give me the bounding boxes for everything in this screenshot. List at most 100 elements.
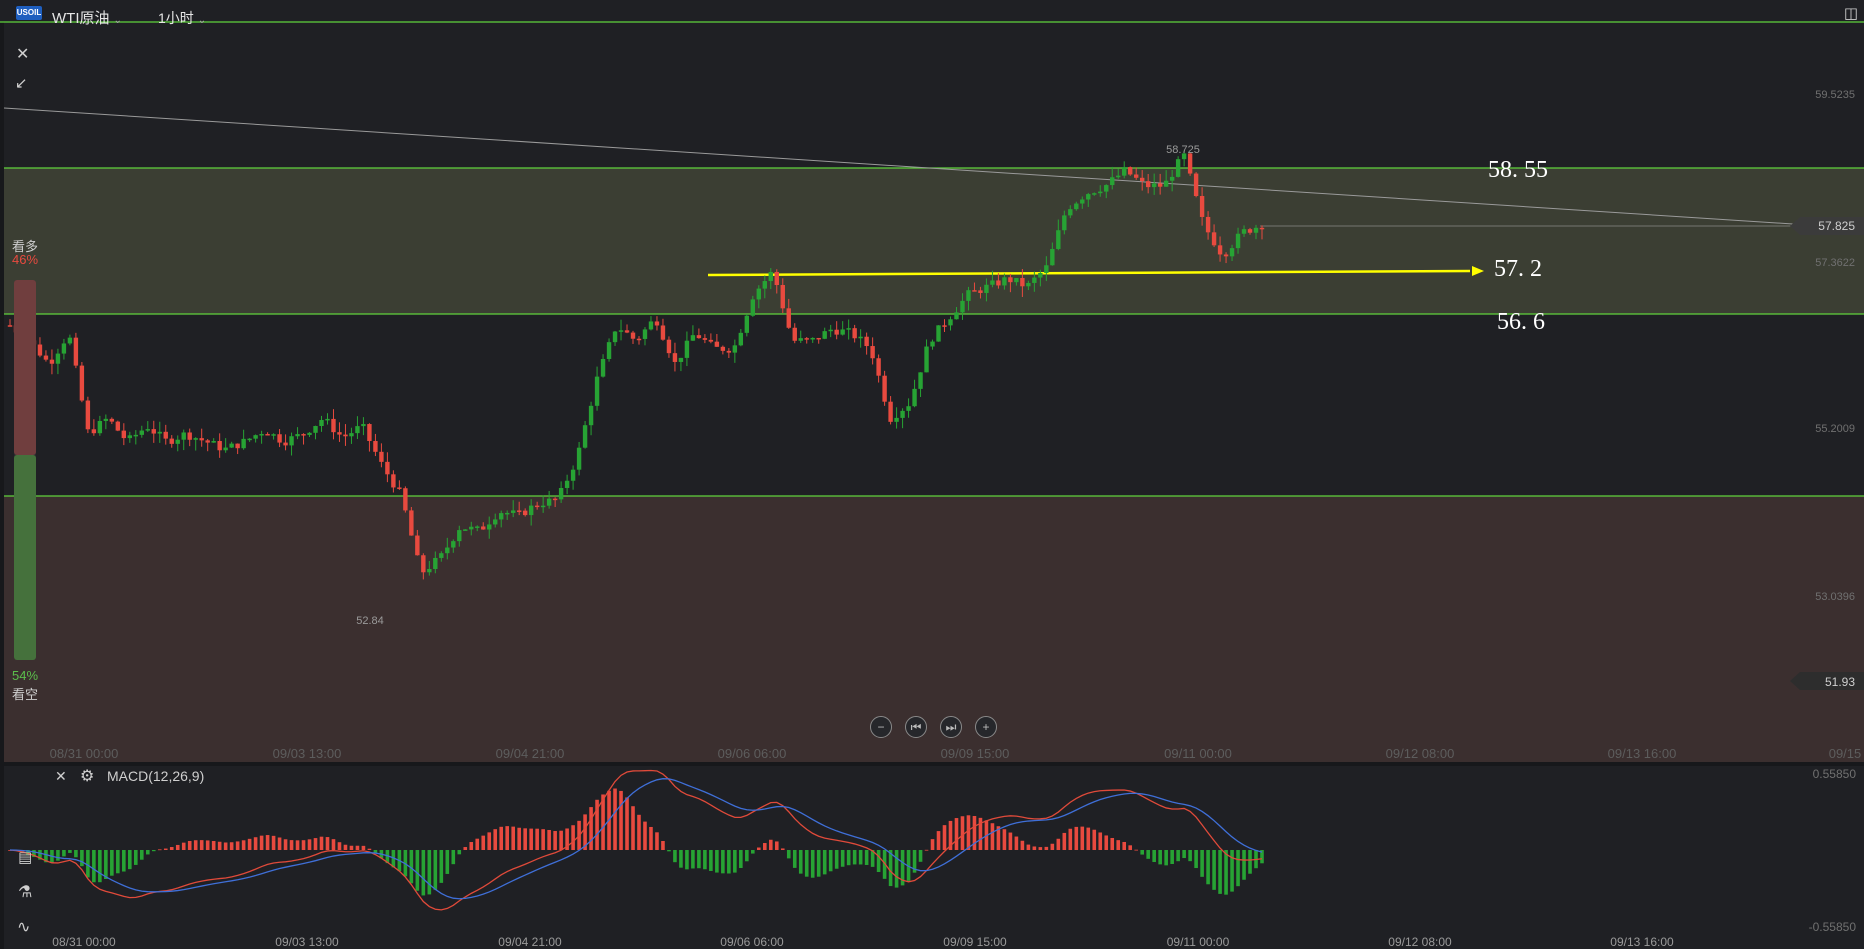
macd-bar [786, 850, 791, 859]
candle-body [864, 336, 869, 347]
candle-body [55, 353, 61, 364]
x-tick-1: 09/03 13:00 [273, 746, 342, 761]
candle-body [1223, 254, 1229, 257]
candle-body [1008, 277, 1013, 283]
macd-bar [98, 850, 102, 883]
timeframe-selector[interactable]: 1小时 ⌄ [158, 8, 206, 28]
candle-body [936, 325, 941, 342]
macd-bar [122, 850, 126, 872]
macd-bar [1086, 827, 1091, 850]
candle-body [966, 290, 971, 301]
candle-body [127, 435, 133, 439]
candle-body [618, 330, 624, 332]
level-label-566: 56. 6 [1497, 309, 1545, 335]
candle-body [648, 321, 654, 330]
candle-body [487, 524, 492, 530]
candle-body [1253, 227, 1259, 233]
candle-body [37, 344, 43, 356]
candle-body [528, 505, 534, 516]
candle-body [1157, 183, 1163, 187]
wave-icon[interactable]: ∿ [17, 917, 30, 937]
macd-bar [475, 838, 480, 850]
candle-body [954, 312, 959, 320]
macd-bar [733, 850, 737, 873]
chart-canvas[interactable]: 59.5235 57.3622 55.2009 53.0396 57.825 5… [0, 0, 1864, 949]
y-tick-3: 53.0396 [1815, 591, 1855, 603]
layout-toggle-icon[interactable]: ◫ [1844, 4, 1858, 22]
macd-bar [541, 829, 545, 850]
low-price-tag: 51.93 [1825, 675, 1855, 689]
candle-body [924, 346, 929, 373]
candle-body [804, 338, 809, 340]
level-label-5855: 58. 55 [1488, 157, 1548, 183]
candle-body [379, 451, 384, 462]
macd-bar [301, 840, 306, 850]
macd-close-icon[interactable]: ✕ [55, 768, 67, 785]
macd-bar [1200, 850, 1204, 877]
last-price-tag: 57.825 [1818, 219, 1855, 233]
gear-icon[interactable]: ⚙ [80, 766, 94, 786]
x-tick-3: 09/06 06:00 [718, 746, 787, 761]
macd-bar [631, 806, 635, 850]
candle-body [223, 447, 228, 451]
macd-bar [810, 850, 815, 878]
candle-body [103, 418, 109, 421]
candle-body [145, 429, 150, 431]
collapse-icon[interactable]: ↙ [15, 74, 28, 92]
candle-body [91, 429, 97, 434]
bear-bar [14, 455, 36, 660]
macd-bar [643, 821, 647, 850]
zoom-out-button[interactable]: − [870, 716, 892, 738]
candle-body [1086, 194, 1091, 200]
zoom-in-button[interactable]: + [975, 716, 997, 738]
macd-bar [1134, 849, 1139, 851]
close-icon[interactable]: ✕ [16, 44, 29, 64]
macd-bar [529, 828, 533, 850]
macd-bar [1122, 841, 1127, 850]
candle-body [1199, 196, 1205, 217]
symbol-selector[interactable]: WTI原油 ⌄ [52, 7, 122, 28]
candle-body [732, 345, 738, 353]
macd-bar [571, 825, 575, 850]
instrument-logo: USOIL [16, 6, 42, 20]
candle-body [876, 358, 881, 376]
macd-bar [205, 840, 210, 850]
candle-body [768, 271, 773, 282]
candle-body [510, 510, 516, 513]
candle-body [211, 441, 216, 443]
candle-body [133, 434, 138, 437]
macd-bar [415, 850, 420, 891]
macd-bar [277, 837, 282, 850]
draw-tool-icon[interactable]: ⚗ [18, 882, 32, 902]
x-tick-7: 09/13 16:00 [1608, 746, 1677, 761]
macd-bar [493, 829, 498, 850]
candle-body [870, 346, 875, 359]
candle-body [463, 529, 468, 531]
candle-body [882, 375, 887, 402]
macd-bar [697, 850, 701, 869]
macd-bar [685, 850, 689, 870]
macd-bar [457, 850, 462, 855]
symbol-label: WTI原油 [52, 10, 110, 27]
candle-body [570, 469, 576, 481]
candle-body [235, 443, 240, 449]
macd-bar [774, 841, 779, 850]
macd-bar [834, 850, 839, 869]
candle-body [918, 372, 923, 389]
candle-body [762, 281, 767, 289]
candle-body [1139, 177, 1145, 182]
candle-body [1104, 185, 1109, 192]
scroll-end-button[interactable]: ⏭ [940, 716, 962, 738]
candle-body [942, 325, 947, 327]
candle-body [79, 365, 85, 401]
scroll-start-button[interactable]: ⏮ [905, 716, 927, 738]
candle-body [1050, 248, 1055, 266]
macd-bar [1236, 850, 1240, 887]
candle-body [115, 421, 121, 431]
indicator-icon[interactable]: ▤ [18, 848, 32, 866]
candle-body [1163, 180, 1169, 187]
macd-bar [691, 850, 695, 869]
candle-body [678, 357, 684, 362]
macd-bar [211, 841, 216, 850]
candle-body [690, 335, 696, 341]
